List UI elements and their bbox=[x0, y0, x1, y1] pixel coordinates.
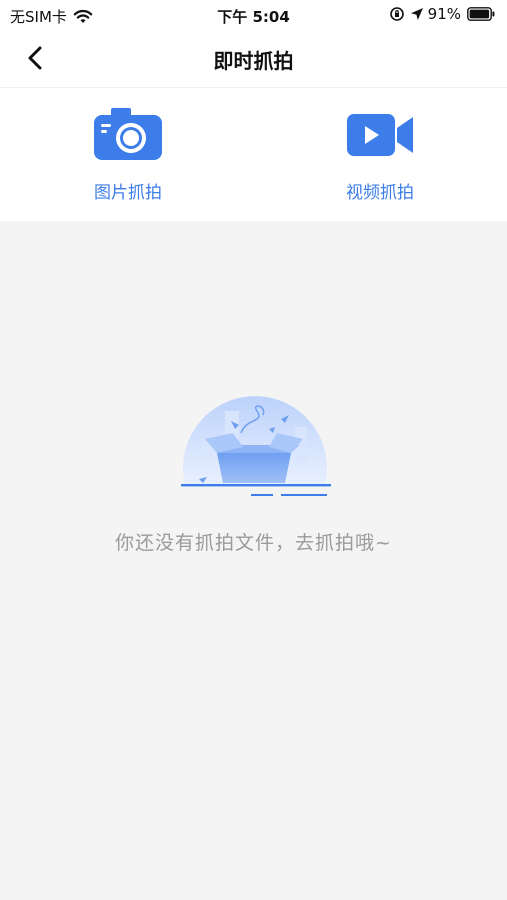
empty-box-illustration bbox=[181, 396, 331, 496]
battery-icon bbox=[467, 7, 495, 21]
empty-state: 你还没有抓拍文件，去抓拍哦~ bbox=[0, 222, 507, 900]
status-bar: 无SIM卡 下午 5:04 91% bbox=[0, 0, 507, 30]
video-capture-label: 视频抓拍 bbox=[346, 183, 414, 203]
page-title: 即时抓拍 bbox=[213, 49, 294, 73]
photo-capture-button[interactable]: 图片抓拍 bbox=[58, 106, 198, 206]
video-capture-button[interactable]: 视频抓拍 bbox=[310, 106, 450, 206]
orientation-lock-icon bbox=[389, 7, 404, 21]
battery-percentage: 91% bbox=[427, 5, 461, 23]
video-camera-icon bbox=[347, 114, 413, 156]
navigation-bar: 即时抓拍 bbox=[0, 30, 507, 88]
empty-state-message: 你还没有抓拍文件，去抓拍哦~ bbox=[115, 532, 392, 554]
camera-icon bbox=[94, 108, 162, 160]
location-icon bbox=[410, 8, 423, 20]
photo-capture-label: 图片抓拍 bbox=[94, 183, 162, 203]
status-right: 91% bbox=[389, 5, 495, 23]
capture-options-panel: 图片抓拍 视频抓拍 bbox=[0, 88, 507, 221]
